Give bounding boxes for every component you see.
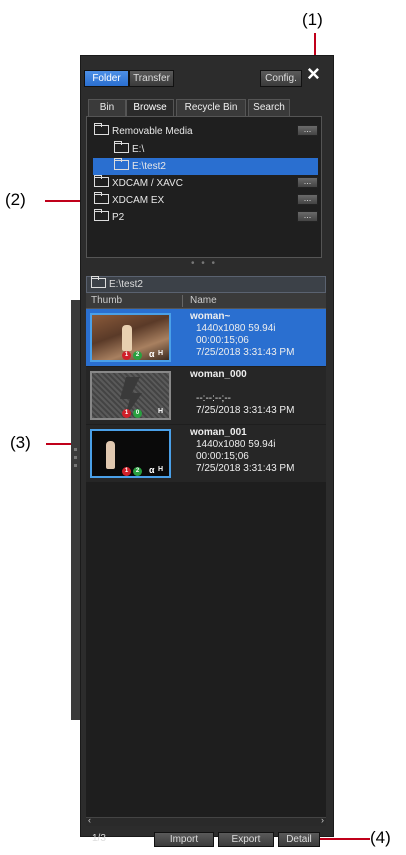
tree-item-label: XDCAM / XAVC [112,178,183,189]
transfer-tab-button[interactable]: Transfer [129,70,174,87]
clip-duration: 00:00:15;06 [196,335,249,346]
callout-3: (3) [10,433,31,452]
folder-icon [94,175,109,187]
current-path-bar: E:\test2 [86,276,326,293]
folder-icon [94,123,109,135]
tree-item-label: E:\ [132,144,145,155]
tab-browse[interactable]: Browse [126,99,174,116]
removable-media-more-button[interactable]: ... [297,125,318,136]
clip-name: woman~ [190,311,231,322]
badge-0-icon: 0 [133,409,142,418]
tree-item-label: P2 [112,212,125,223]
tree-item-label: Removable Media [112,126,193,137]
grip-dot [74,448,77,451]
column-header-name[interactable]: Name [190,293,217,308]
clip-row-selected[interactable]: 1 2 α H woman~ 1440x1080 59.94i 00:00:15… [86,309,326,366]
clip-name: woman_001 [190,427,247,438]
clip-duration: --:--:--;-- [196,393,231,404]
folder-icon [114,141,129,153]
folder-icon [91,276,106,288]
clip-format: 1440x1080 59.94i [196,323,276,334]
badge-1-icon: 1 [122,409,131,418]
xdcam-xavc-more-button[interactable]: ... [297,177,318,188]
detail-button[interactable]: Detail [278,832,320,847]
grip-dot [74,456,77,459]
h-icon: H [158,408,164,415]
callout-1: (1) [302,10,323,29]
xdcam-ex-more-button[interactable]: ... [297,194,318,205]
alpha-icon: α [149,465,155,475]
folder-tab-button[interactable]: Folder [84,70,129,87]
tree-item-e-drive[interactable]: E:\ [114,141,144,158]
tree-item-p2[interactable]: P2 [94,209,124,226]
badge-1-icon: 1 [122,351,131,360]
person-figure [122,325,132,351]
badge-1-icon: 1 [122,467,131,476]
clip-row[interactable]: 1 2 α H woman_001 1440x1080 59.94i 00:00… [86,425,326,482]
close-icon[interactable]: × [307,62,320,86]
clip-duration: 00:00:15;06 [196,451,249,462]
folder-icon [94,192,109,204]
tab-bin[interactable]: Bin [88,99,126,116]
clip-meta: woman_001 1440x1080 59.94i 00:00:15;06 7… [190,427,294,475]
clip-meta: woman_000 --:--:--;-- 7/25/2018 3:31:43 … [190,369,294,417]
clip-date: 7/25/2018 3:31:43 PM [196,347,295,358]
callout-4: (4) [370,828,391,847]
tree-item-label: XDCAM EX [112,195,165,206]
clip-date: 7/25/2018 3:31:43 PM [196,405,295,416]
clip-list-header: Thumb Name [86,293,326,309]
clip-thumbnail: 1 2 α H [90,429,171,478]
page-indicator: 1/3 [92,833,106,844]
h-icon: H [158,466,164,473]
scroll-left-icon[interactable]: ‹ [88,815,91,825]
tab-search[interactable]: Search [248,99,290,116]
clip-format [190,381,294,393]
tree-item-xdcam-xavc[interactable]: XDCAM / XAVC [94,175,183,192]
clip-format: 1440x1080 59.94i [196,439,276,450]
current-path-text: E:\test2 [109,279,143,290]
clip-name: woman_000 [190,369,247,380]
badge-2-icon: 2 [133,351,142,360]
tree-item-label: E:\test2 [132,161,166,172]
tree-item-e-test2-selected[interactable]: E:\test2 [93,158,318,175]
folder-icon [114,158,129,170]
scroll-right-icon[interactable]: › [321,815,324,825]
horizontal-scrollbar[interactable]: ‹ › [86,815,326,826]
pane-splitter[interactable]: • • • [86,259,322,272]
tree-item-xdcam-ex[interactable]: XDCAM EX [94,192,164,209]
tab-recycle-bin[interactable]: Recycle Bin [176,99,246,116]
import-button[interactable]: Import [154,832,214,847]
column-header-thumb[interactable]: Thumb [91,293,122,308]
badge-2-icon: 2 [133,467,142,476]
h-icon: H [158,350,164,357]
clip-meta: woman~ 1440x1080 59.94i 00:00:15;06 7/25… [190,311,294,359]
column-divider[interactable] [182,295,183,307]
person-figure [106,441,115,469]
tree-item-removable-media[interactable]: Removable Media [94,123,193,140]
clip-date: 7/25/2018 3:31:43 PM [196,463,295,474]
config-button[interactable]: Config. [260,70,302,87]
clip-thumbnail: 1 2 α H [90,313,171,362]
clip-row[interactable]: 1 0 H woman_000 --:--:--;-- 7/25/2018 3:… [86,367,326,424]
p2-more-button[interactable]: ... [297,211,318,222]
clip-thumbnail-offline: 1 0 H [90,371,171,420]
export-button[interactable]: Export [218,832,274,847]
alpha-icon: α [149,349,155,359]
grip-dot [74,464,77,467]
callout-2: (2) [5,190,26,209]
folder-icon [94,209,109,221]
panel-edge-strip[interactable] [71,300,80,720]
